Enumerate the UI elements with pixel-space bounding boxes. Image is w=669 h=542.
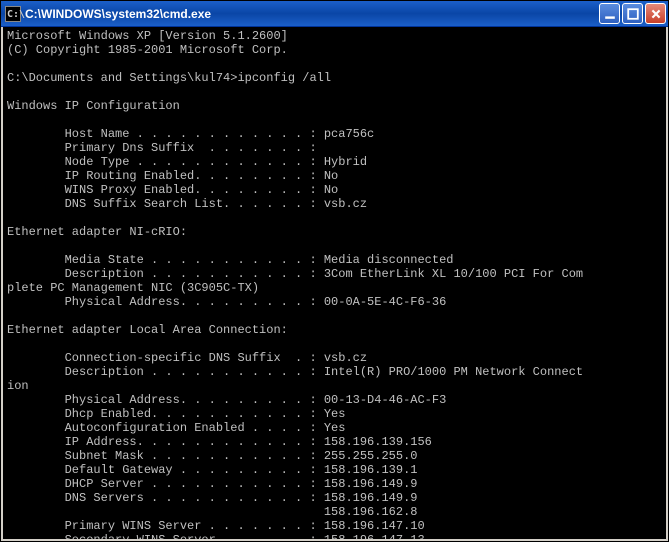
maximize-button[interactable] <box>622 3 643 24</box>
line: DNS Servers . . . . . . . . . . . : 158.… <box>7 491 417 505</box>
cmd-icon: C:\ <box>5 6 21 22</box>
line: Autoconfiguration Enabled . . . . : Yes <box>7 421 345 435</box>
line: ion <box>7 379 29 393</box>
window-title: C:\WINDOWS\system32\cmd.exe <box>25 7 599 21</box>
line: plete PC Management NIC (3C905C-TX) <box>7 281 259 295</box>
line: Description . . . . . . . . . . . : 3Com… <box>7 267 583 281</box>
line: IP Routing Enabled. . . . . . . . : No <box>7 169 338 183</box>
line: Secondary WINS Server . . . . . . : 158.… <box>7 533 425 541</box>
minimize-button[interactable] <box>599 3 620 24</box>
line: Description . . . . . . . . . . . : Inte… <box>7 365 583 379</box>
line: DHCP Server . . . . . . . . . . . : 158.… <box>7 477 417 491</box>
line: WINS Proxy Enabled. . . . . . . . : No <box>7 183 338 197</box>
terminal-output[interactable]: Microsoft Windows XP [Version 5.1.2600] … <box>1 27 668 541</box>
line: Node Type . . . . . . . . . . . . : Hybr… <box>7 155 367 169</box>
section-header: Ethernet adapter NI-cRIO: <box>7 225 187 239</box>
line: Dhcp Enabled. . . . . . . . . . . : Yes <box>7 407 345 421</box>
line: Physical Address. . . . . . . . . : 00-1… <box>7 393 446 407</box>
line: 158.196.162.8 <box>7 505 417 519</box>
close-button[interactable] <box>645 3 666 24</box>
line: Default Gateway . . . . . . . . . : 158.… <box>7 463 417 477</box>
section-header: Windows IP Configuration <box>7 99 180 113</box>
line: Subnet Mask . . . . . . . . . . . : 255.… <box>7 449 417 463</box>
line: DNS Suffix Search List. . . . . . : vsb.… <box>7 197 367 211</box>
prompt-line: C:\Documents and Settings\kul74>ipconfig… <box>7 71 331 85</box>
line: Connection-specific DNS Suffix . : vsb.c… <box>7 351 367 365</box>
line: Host Name . . . . . . . . . . . . : pca7… <box>7 127 374 141</box>
titlebar[interactable]: C:\ C:\WINDOWS\system32\cmd.exe <box>1 1 668 27</box>
line: Media State . . . . . . . . . . . : Medi… <box>7 253 453 267</box>
line: Primary WINS Server . . . . . . . : 158.… <box>7 519 425 533</box>
line: IP Address. . . . . . . . . . . . : 158.… <box>7 435 432 449</box>
section-header: Ethernet adapter Local Area Connection: <box>7 323 288 337</box>
line: Microsoft Windows XP [Version 5.1.2600] <box>7 29 288 43</box>
window-buttons <box>599 3 666 24</box>
line: (C) Copyright 1985-2001 Microsoft Corp. <box>7 43 288 57</box>
line: Primary Dns Suffix . . . . . . . : <box>7 141 317 155</box>
cmd-window: C:\ C:\WINDOWS\system32\cmd.exe Microsof… <box>0 0 669 542</box>
line: Physical Address. . . . . . . . . : 00-0… <box>7 295 446 309</box>
